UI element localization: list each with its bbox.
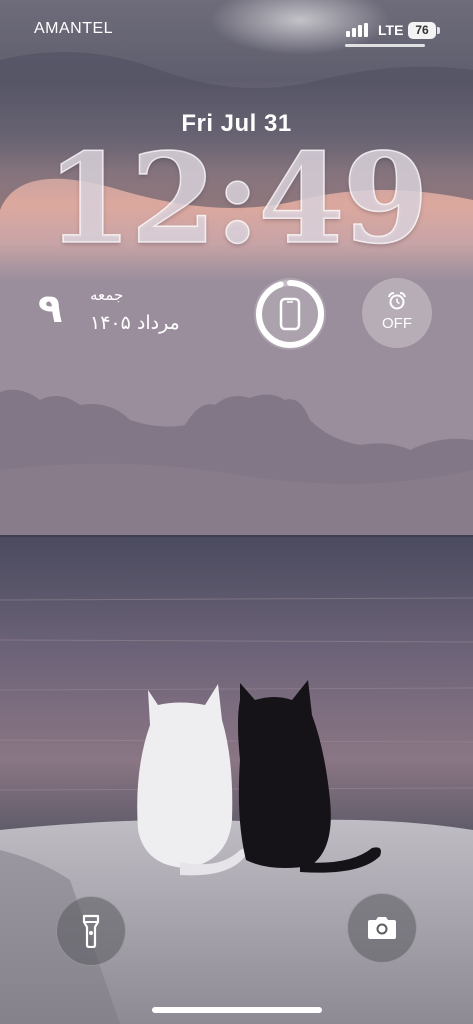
camera-icon <box>368 917 396 939</box>
signal-strength-icon <box>346 23 370 37</box>
calendar-day-number: ٩ <box>38 286 63 332</box>
calendar-weekday: جمعه <box>90 286 124 304</box>
control-center-grabber[interactable] <box>345 44 425 47</box>
carrier-name: AMANTEL <box>34 20 114 37</box>
battery-indicator: 76 <box>408 22 436 39</box>
calendar-month-year: مرداد ۱۴۰۵ <box>90 312 180 334</box>
home-indicator[interactable] <box>152 1007 322 1013</box>
alarm-clock-icon <box>388 292 406 310</box>
alarm-widget[interactable]: OFF <box>362 278 432 348</box>
network-type: LTE <box>378 22 404 38</box>
battery-widget[interactable] <box>254 278 326 350</box>
camera-button[interactable] <box>347 893 417 963</box>
flashlight-icon <box>82 914 100 948</box>
alarm-status: OFF <box>382 315 412 332</box>
battery-tip-icon <box>437 27 440 34</box>
lock-screen: AMANTEL LTE 76 Fri Jul 31 12:49 ٩ جمعه م… <box>0 0 473 1024</box>
flashlight-button[interactable] <box>56 896 126 966</box>
battery-ring-icon <box>256 280 324 348</box>
lock-clock: 12:49 <box>45 127 429 272</box>
